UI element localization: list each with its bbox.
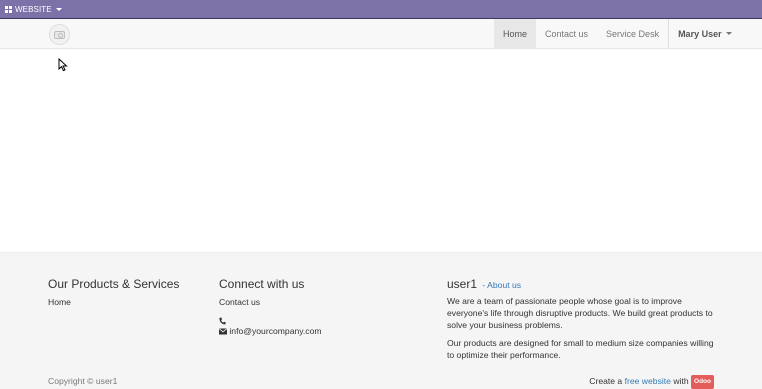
connect-title: Connect with us — [219, 277, 305, 291]
footer: Our Products & Services Home Connect wit… — [0, 252, 762, 389]
navbar: Home Contact us Service Desk Mary User — [0, 19, 762, 49]
logo[interactable] — [49, 24, 70, 45]
nav-service-desk[interactable]: Service Desk — [597, 19, 668, 48]
phone-icon — [219, 317, 226, 325]
website-menu[interactable]: WEBSITE — [5, 4, 62, 15]
odoo-badge[interactable]: Odoo — [691, 375, 714, 389]
about-paragraph-1: We are a team of passionate people whose… — [447, 296, 713, 330]
nav-home[interactable]: Home — [494, 19, 537, 48]
footer-link-contact-us[interactable]: Contact us — [219, 296, 260, 308]
mouse-cursor-icon — [58, 58, 68, 72]
nav-contact-us[interactable]: Contact us — [536, 19, 597, 48]
caret-down-icon — [725, 32, 732, 35]
camera-icon — [54, 30, 65, 39]
company-name: user1 — [447, 277, 478, 291]
products-title: Our Products & Services — [48, 277, 180, 291]
main-nav: Home Contact us Service Desk Mary User — [494, 19, 741, 48]
footer-link-home[interactable]: Home — [48, 296, 71, 308]
admin-bar: WEBSITE — [0, 0, 762, 19]
user-menu[interactable]: Mary User — [669, 19, 741, 48]
about-us-link[interactable]: - About us — [482, 280, 521, 290]
create-with: with — [673, 376, 689, 386]
email-address: info@yourcompany.com — [229, 326, 322, 336]
user-menu-label: Mary User — [678, 28, 722, 39]
caret-down-icon — [55, 8, 62, 11]
powered-by: Create a free website with Odoo — [589, 375, 714, 389]
about-paragraph-2: Our products are designed for small to m… — [447, 338, 714, 360]
apps-grid-icon — [5, 6, 12, 13]
envelope-icon — [219, 328, 227, 335]
create-prefix: Create a — [589, 376, 623, 386]
email-line: info@yourcompany.com — [219, 325, 322, 337]
copyright: Copyright © user1 — [48, 376, 118, 386]
website-menu-label: WEBSITE — [15, 5, 52, 14]
about-title: user1 - About us — [447, 277, 521, 291]
free-website-link[interactable]: free website — [625, 376, 671, 386]
